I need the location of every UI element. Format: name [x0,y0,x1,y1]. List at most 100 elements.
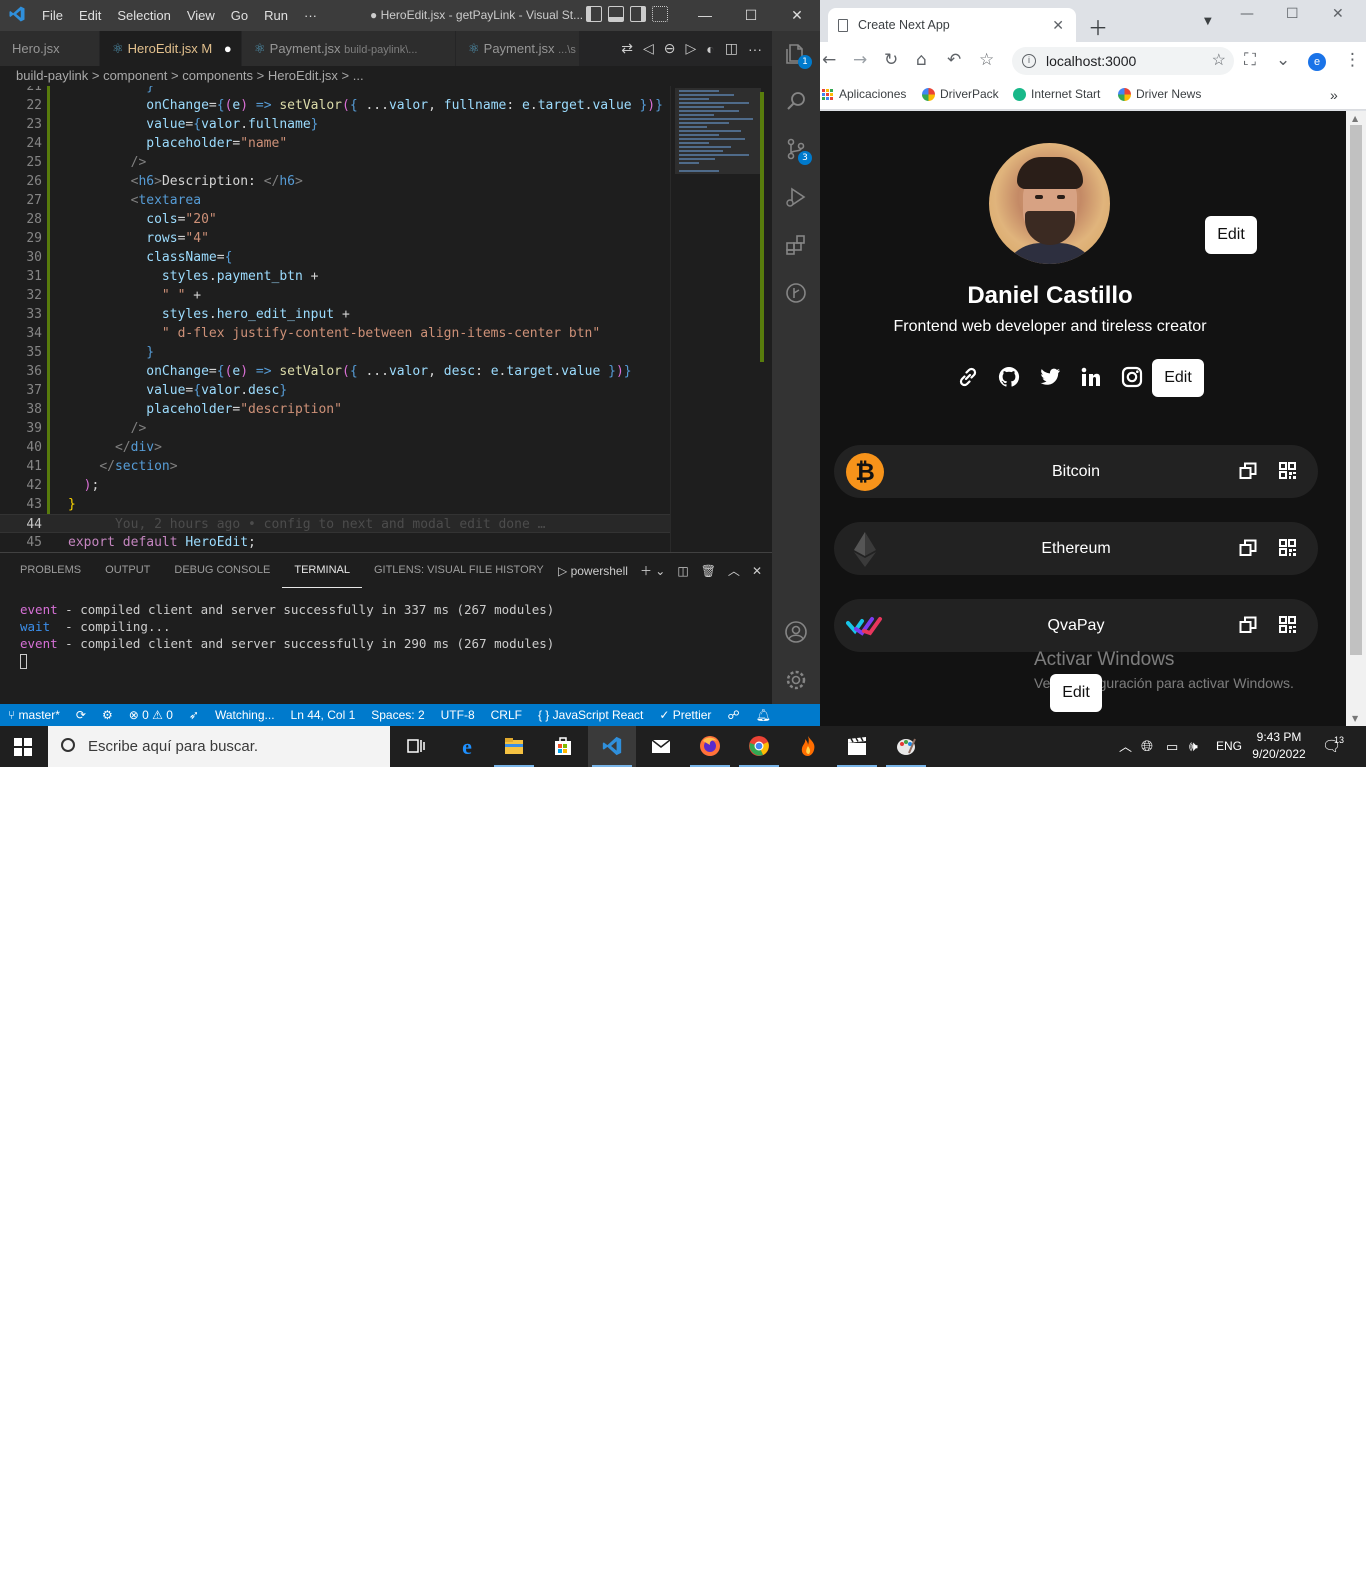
menu-selection[interactable]: Selection [109,8,178,23]
page-scrollbar[interactable]: ▲ ▼ [1346,111,1366,726]
edit-social-button[interactable]: Edit [1152,359,1204,397]
task-view-icon[interactable] [392,726,440,767]
file-explorer-icon[interactable] [490,726,538,767]
source-control-icon[interactable]: 3 [784,137,812,165]
twitter-icon[interactable] [1038,365,1062,389]
tab-debug-console[interactable]: DEBUG CONSOLE [162,553,282,588]
taskbar-search-box[interactable]: Escribe aquí para buscar. [48,726,390,767]
split-terminal-icon[interactable]: ◫ [677,564,688,578]
prettier-status[interactable]: ✓ Prettier [651,708,719,722]
menu-run[interactable]: Run [256,8,296,23]
copy-icon[interactable] [1239,616,1257,634]
sync-icon[interactable]: ⟳ [68,708,94,722]
branch-indicator[interactable]: ⑂ master* [0,708,68,722]
volume-icon[interactable]: 🕪︎ [1189,726,1198,767]
payment-card-ethereum[interactable]: Ethereum [834,522,1318,575]
cursor-position[interactable]: Ln 44, Col 1 [283,708,364,722]
edit-avatar-button[interactable]: Edit [1205,216,1257,254]
gitlens-icon[interactable] [784,281,808,305]
payment-card-bitcoin[interactable]: ₿ Bitcoin [834,445,1318,498]
link-icon[interactable] [956,365,980,389]
menu-view[interactable]: View [179,8,223,23]
mail-icon[interactable] [637,726,685,767]
terminal-shell-selector[interactable]: ▷ powershell [558,564,628,578]
toggle-panel-icon[interactable] [608,6,624,22]
git-previous-icon[interactable]: ◁ [643,40,654,57]
indentation[interactable]: Spaces: 2 [363,708,432,722]
watching-status[interactable]: Watching... [207,708,283,722]
bookmarks-overflow-icon[interactable]: » [1330,87,1338,103]
tab-hero[interactable]: Hero.jsx [0,31,100,66]
instagram-icon[interactable] [1120,365,1144,389]
customize-layout-icon[interactable] [652,6,668,22]
explorer-icon[interactable]: 1 [784,41,812,69]
manage-gear-icon[interactable] [784,668,808,692]
copy-icon[interactable] [1239,462,1257,480]
video-editor-icon[interactable] [833,726,881,767]
github-icon[interactable] [997,365,1021,389]
tab-output[interactable]: OUTPUT [93,553,162,588]
forward-icon[interactable]: → [853,50,867,70]
qr-code-icon[interactable] [1279,539,1296,556]
tab-payment-1[interactable]: ⚛ Payment.jsx build-paylink\... [242,31,456,66]
network-globe-icon[interactable]: 🌐︎ [1141,726,1153,767]
crop-icon[interactable]: ⛶ [1244,50,1256,70]
address-bar[interactable]: i localhost:3000 ☆ [1012,47,1234,75]
tab-unsaved-dot-icon[interactable]: ● [224,41,232,56]
chrome-taskbar-icon[interactable] [735,726,783,767]
tab-gitlens-history[interactable]: GITLENS: VISUAL FILE HISTORY [362,553,556,588]
bookmark-internet-start[interactable]: Internet Start [1013,87,1100,102]
paint-icon[interactable] [882,726,930,767]
gitlens-status-icon[interactable]: ⚙ [94,708,121,722]
toggle-sidebar-icon[interactable] [586,6,602,22]
qr-code-icon[interactable] [1279,616,1296,633]
run-debug-icon[interactable] [784,185,808,209]
bookmark-driverpack[interactable]: DriverPack [922,87,999,102]
qr-code-icon[interactable] [1279,462,1296,479]
bookmark-apps[interactable]: Aplicaciones [822,87,906,101]
firefox-icon[interactable] [686,726,734,767]
code-line-current[interactable]: 44 You, 2 hours ago • config to next and… [0,514,670,533]
toggle-secondary-sidebar-icon[interactable] [630,6,646,22]
tab-problems[interactable]: PROBLEMS [8,553,93,588]
scroll-up-icon[interactable]: ▲ [1352,114,1358,123]
back-icon[interactable]: ← [822,50,836,70]
line-ending[interactable]: CRLF [483,708,530,722]
chrome-menu-icon[interactable]: ⋮ [1344,50,1361,70]
notifications-bell-icon[interactable]: 🔔︎ [748,708,779,722]
store-icon[interactable] [539,726,587,767]
scroll-down-icon[interactable]: ▼ [1352,714,1358,723]
windows-start-icon[interactable] [14,738,32,756]
tab-payment-2[interactable]: ⚛ Payment.jsx ...\s [456,31,580,66]
close-panel-icon[interactable]: ✕ [752,564,762,578]
feedback-icon[interactable]: ☍ [719,708,747,722]
chrome-maximize-icon[interactable]: ☐ [1286,6,1299,22]
edge-icon[interactable]: e [443,726,491,767]
close-tab-icon[interactable]: ✕ [1052,8,1064,42]
minimap[interactable] [670,86,772,552]
home-icon[interactable]: ⌂ [916,50,927,70]
browser-tab[interactable]: Create Next App ✕ [828,8,1076,42]
encoding[interactable]: UTF-8 [433,708,483,722]
breadcrumb[interactable]: build-paylink > component > components >… [0,66,772,86]
live-share-icon[interactable]: ➶ [181,708,207,722]
tab-search-icon[interactable]: ▼ [1204,16,1212,27]
chrome-close-icon[interactable]: ✕ [1332,6,1344,22]
more-actions-icon[interactable]: ··· [748,41,762,57]
tab-heroedit[interactable]: ⚛ HeroEdit.jsx M ● [100,31,242,66]
chrome-minimize-icon[interactable]: — [1240,6,1254,22]
menu-go[interactable]: Go [223,8,256,23]
vscode-close-icon[interactable]: ✕ [774,0,820,31]
git-next-icon[interactable]: ▷ [686,40,697,57]
menu-edit[interactable]: Edit [71,8,109,23]
maximize-panel-icon[interactable]: ︿ [728,562,740,579]
problems-indicator[interactable]: ⊗ 0 ⚠ 0 [121,708,181,722]
copy-icon[interactable] [1239,539,1257,557]
timeline-icon[interactable]: ◐ [706,41,714,57]
split-editor-icon[interactable]: ◫ [725,40,738,57]
scrollbar-thumb[interactable] [1350,125,1362,655]
kill-terminal-icon[interactable]: 🗑 [701,564,716,578]
reload-icon[interactable]: ↻ [884,50,898,70]
edit-payments-button[interactable]: Edit [1050,674,1102,712]
code-editor[interactable]: 21 } 22 onChange={(e) => setValor({ ...v… [0,86,772,552]
